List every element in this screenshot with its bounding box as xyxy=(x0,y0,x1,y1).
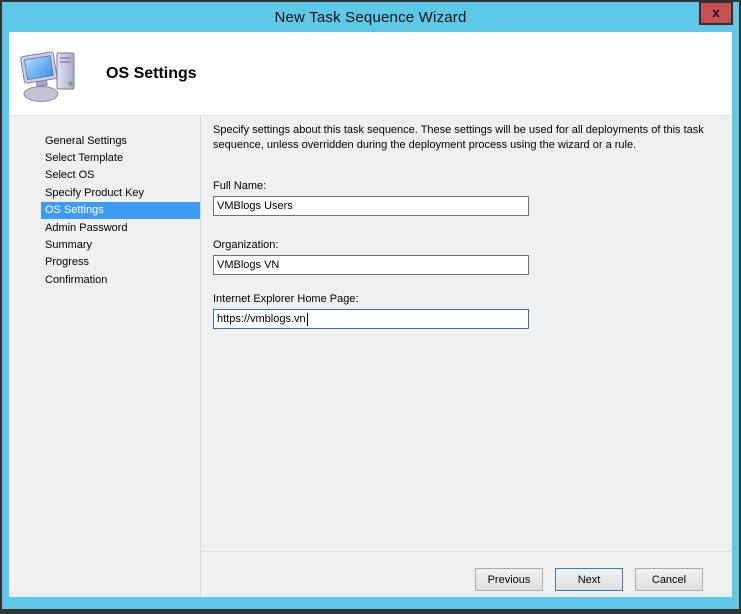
step-select-os: Select OS xyxy=(41,167,200,184)
organization-input[interactable] xyxy=(213,255,529,275)
close-icon: x xyxy=(712,5,719,20)
ie-homepage-field-group: Internet Explorer Home Page: https://vmb… xyxy=(213,293,732,329)
previous-button[interactable]: Previous xyxy=(475,568,543,591)
cancel-button[interactable]: Cancel xyxy=(635,568,703,591)
step-progress: Progress xyxy=(41,254,200,271)
step-select-template: Select Template xyxy=(41,149,200,166)
wizard-button-bar: Previous Next Cancel xyxy=(201,551,732,597)
page-title: OS Settings xyxy=(106,65,197,83)
wizard-steps-sidebar: General Settings Select Template Select … xyxy=(9,116,201,597)
text-caret xyxy=(307,313,308,326)
ie-homepage-input[interactable]: https://vmblogs.vn xyxy=(213,309,529,329)
step-summary: Summary xyxy=(41,236,200,253)
page-description: Specify settings about this task sequenc… xyxy=(213,123,729,153)
step-confirmation: Confirmation xyxy=(41,271,200,288)
titlebar[interactable]: New Task Sequence Wizard x xyxy=(2,2,739,32)
wizard-window: New Task Sequence Wizard x xyxy=(0,0,741,614)
step-specify-product-key: Specify Product Key xyxy=(41,184,200,201)
step-admin-password: Admin Password xyxy=(41,219,200,236)
computer-icon xyxy=(20,46,82,102)
full-name-field-group: Full Name: xyxy=(213,180,732,216)
wizard-content-pane: Specify settings about this task sequenc… xyxy=(201,116,732,597)
full-name-label: Full Name: xyxy=(213,180,732,192)
next-button[interactable]: Next xyxy=(555,568,623,591)
organization-label: Organization: xyxy=(213,239,732,251)
ie-homepage-label: Internet Explorer Home Page: xyxy=(213,293,732,305)
wizard-panel: OS Settings General Settings Select Temp… xyxy=(9,32,732,597)
wizard-header: OS Settings xyxy=(9,32,732,116)
window-title: New Task Sequence Wizard xyxy=(274,9,466,26)
step-general-settings: General Settings xyxy=(41,132,200,149)
close-button[interactable]: x xyxy=(699,2,733,25)
os-settings-form: Specify settings about this task sequenc… xyxy=(201,116,732,551)
step-os-settings-active: OS Settings xyxy=(41,202,200,219)
wizard-body: General Settings Select Template Select … xyxy=(9,116,732,597)
organization-field-group: Organization: xyxy=(213,239,732,275)
full-name-input[interactable] xyxy=(213,196,529,216)
